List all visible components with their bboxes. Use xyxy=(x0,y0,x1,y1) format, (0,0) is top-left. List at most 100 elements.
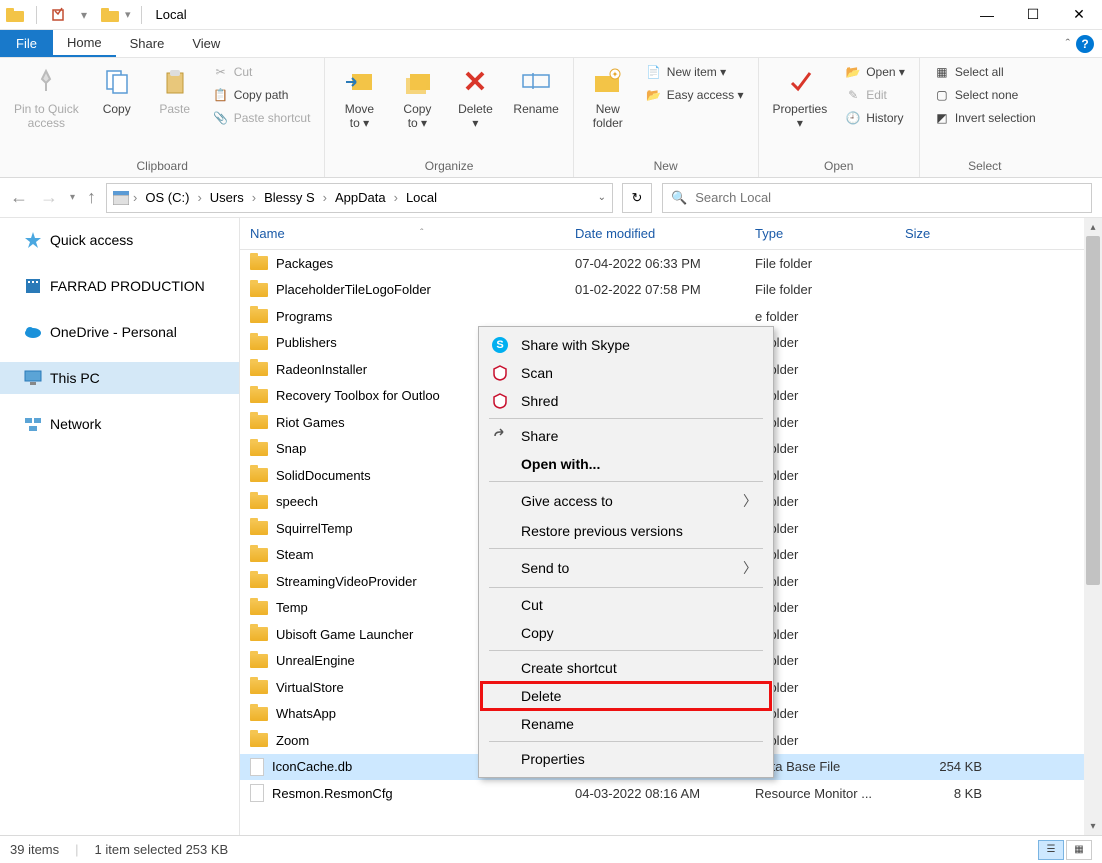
history-button[interactable]: 🕘History xyxy=(841,108,909,128)
folder-icon xyxy=(250,521,268,535)
folder-icon xyxy=(250,654,268,668)
ctx-create-shortcut[interactable]: Create shortcut xyxy=(481,654,771,682)
ctx-share[interactable]: Share xyxy=(481,422,771,450)
ctx-properties[interactable]: Properties xyxy=(481,745,771,773)
help-icon[interactable]: ? xyxy=(1076,35,1094,53)
open-button[interactable]: 📂Open ▾ xyxy=(841,62,909,82)
col-name[interactable]: Nameˆ xyxy=(240,218,565,249)
back-button[interactable]: ← xyxy=(10,187,28,208)
move-to-button[interactable]: Move to ▾ xyxy=(335,62,383,133)
recent-drop-icon[interactable]: ▾ xyxy=(70,192,75,203)
new-folder-button[interactable]: ✦ New folder xyxy=(584,62,632,133)
file-type: e folder xyxy=(755,547,905,562)
ctx-label: Delete xyxy=(521,688,561,704)
sidebar-item-farrad-production[interactable]: FARRAD PRODUCTION xyxy=(0,270,239,302)
copy-button[interactable]: Copy xyxy=(93,62,141,118)
file-name: RadeonInstaller xyxy=(276,362,367,377)
file-row[interactable]: PlaceholderTileLogoFolder 01-02-2022 07:5… xyxy=(240,277,1102,304)
mcafee-icon xyxy=(491,392,509,410)
sidebar-item-this-pc[interactable]: This PC xyxy=(0,362,239,394)
scroll-thumb[interactable] xyxy=(1086,236,1100,585)
edit-button[interactable]: ✎Edit xyxy=(841,85,909,105)
move-icon xyxy=(342,64,376,98)
sidebar: Quick access FARRAD PRODUCTION OneDrive - … xyxy=(0,218,240,835)
ctx-label: Send to xyxy=(521,560,569,576)
search-input[interactable] xyxy=(695,190,1083,205)
paste-button[interactable]: Paste xyxy=(151,62,199,118)
ctx-give-access-to[interactable]: Give access to〉 xyxy=(481,485,771,517)
copy-to-button[interactable]: Copy to ▾ xyxy=(393,62,441,133)
file-type: e folder xyxy=(755,627,905,642)
col-type[interactable]: Type xyxy=(745,218,895,249)
col-size[interactable]: Size xyxy=(895,218,1102,249)
tab-home[interactable]: Home xyxy=(53,30,116,57)
file-tab[interactable]: File xyxy=(0,30,53,57)
up-button[interactable]: ↑ xyxy=(87,187,96,208)
invert-selection-button[interactable]: ◩Invert selection xyxy=(930,108,1040,128)
folder-icon xyxy=(250,442,268,456)
cloud-icon xyxy=(24,323,42,341)
cut-button[interactable]: ✂Cut xyxy=(209,62,315,82)
pin-icon xyxy=(29,64,63,98)
properties-button[interactable]: Properties ▾ xyxy=(769,62,832,133)
new-item-button[interactable]: 📄New item ▾ xyxy=(642,62,748,82)
tab-view[interactable]: View xyxy=(178,30,234,57)
file-row[interactable]: Resmon.ResmonCfg04-03-2022 08:16 AMResou… xyxy=(240,780,1102,807)
tab-share[interactable]: Share xyxy=(116,30,179,57)
ctx-share-with-skype[interactable]: SShare with Skype xyxy=(481,331,771,359)
breadcrumb[interactable]: › OS (C:)› Users› Blessy S› AppData› Loc… xyxy=(106,183,613,213)
sidebar-item-network[interactable]: Network xyxy=(0,408,239,440)
file-type: e folder xyxy=(755,733,905,748)
column-headers: Nameˆ Date modified Type Size xyxy=(240,218,1102,250)
select-none-button[interactable]: ▢Select none xyxy=(930,85,1040,105)
ctx-label: Copy xyxy=(521,625,554,641)
paste-shortcut-button[interactable]: 📎Paste shortcut xyxy=(209,108,315,128)
breadcrumb-drop-icon[interactable]: ⌄ xyxy=(598,192,606,203)
rename-button[interactable]: Rename xyxy=(509,62,562,118)
minimize-button[interactable]: — xyxy=(964,0,1010,30)
sidebar-item-onedrive---personal[interactable]: OneDrive - Personal xyxy=(0,316,239,348)
ribbon-group-select: ▦Select all ▢Select none ◩Invert selecti… xyxy=(920,58,1050,177)
ctx-cut[interactable]: Cut xyxy=(481,591,771,619)
ctx-shred[interactable]: Shred xyxy=(481,387,771,415)
file-type: e folder xyxy=(755,680,905,695)
ctx-scan[interactable]: Scan xyxy=(481,359,771,387)
file-date: 01-02-2022 07:58 PM xyxy=(575,282,755,297)
qat-properties-icon[interactable] xyxy=(47,4,69,26)
scroll-down-icon[interactable]: ▾ xyxy=(1084,817,1102,835)
ctx-open-with-[interactable]: Open with... xyxy=(481,450,771,478)
scroll-up-icon[interactable]: ▴ xyxy=(1084,218,1102,236)
navigation-bar: ← → ▾ ↑ › OS (C:)› Users› Blessy S› AppD… xyxy=(0,178,1102,218)
file-row[interactable]: Packages07-04-2022 06:33 PMFile folder xyxy=(240,250,1102,277)
file-name: WhatsApp xyxy=(276,706,336,721)
details-view-button[interactable]: ☰ xyxy=(1038,840,1064,860)
refresh-button[interactable]: ↻ xyxy=(622,183,652,213)
collapse-ribbon-icon[interactable]: ˆ xyxy=(1066,36,1070,51)
forward-button[interactable]: → xyxy=(40,187,58,208)
icons-view-button[interactable]: ▦ xyxy=(1066,840,1092,860)
pin-to-quick-access-button[interactable]: Pin to Quick access xyxy=(10,62,83,133)
search-box[interactable]: 🔍 xyxy=(662,183,1092,213)
copy-path-button[interactable]: 📋Copy path xyxy=(209,85,315,105)
close-button[interactable]: ✕ xyxy=(1056,0,1102,30)
select-all-button[interactable]: ▦Select all xyxy=(930,62,1040,82)
easy-access-button[interactable]: 📂Easy access ▾ xyxy=(642,85,748,105)
ctx-rename[interactable]: Rename xyxy=(481,710,771,738)
file-name: IconCache.db xyxy=(272,759,352,774)
sidebar-item-quick-access[interactable]: Quick access xyxy=(0,224,239,256)
ctx-send-to[interactable]: Send to〉 xyxy=(481,552,771,584)
ctx-label: Scan xyxy=(521,365,553,381)
ctx-restore-previous-versions[interactable]: Restore previous versions xyxy=(481,517,771,545)
ctx-delete[interactable]: Delete xyxy=(481,682,771,710)
vertical-scrollbar[interactable]: ▴ ▾ xyxy=(1084,218,1102,835)
qat-new-folder-icon[interactable]: ▾ xyxy=(73,4,95,26)
network-icon xyxy=(24,415,42,433)
delete-icon xyxy=(458,64,492,98)
file-name: Zoom xyxy=(276,733,309,748)
file-name: PlaceholderTileLogoFolder xyxy=(276,282,431,297)
delete-button[interactable]: Delete ▾ xyxy=(451,62,499,133)
ctx-copy[interactable]: Copy xyxy=(481,619,771,647)
maximize-button[interactable]: ☐ xyxy=(1010,0,1056,30)
col-date[interactable]: Date modified xyxy=(565,218,745,249)
folder-icon xyxy=(99,4,121,26)
